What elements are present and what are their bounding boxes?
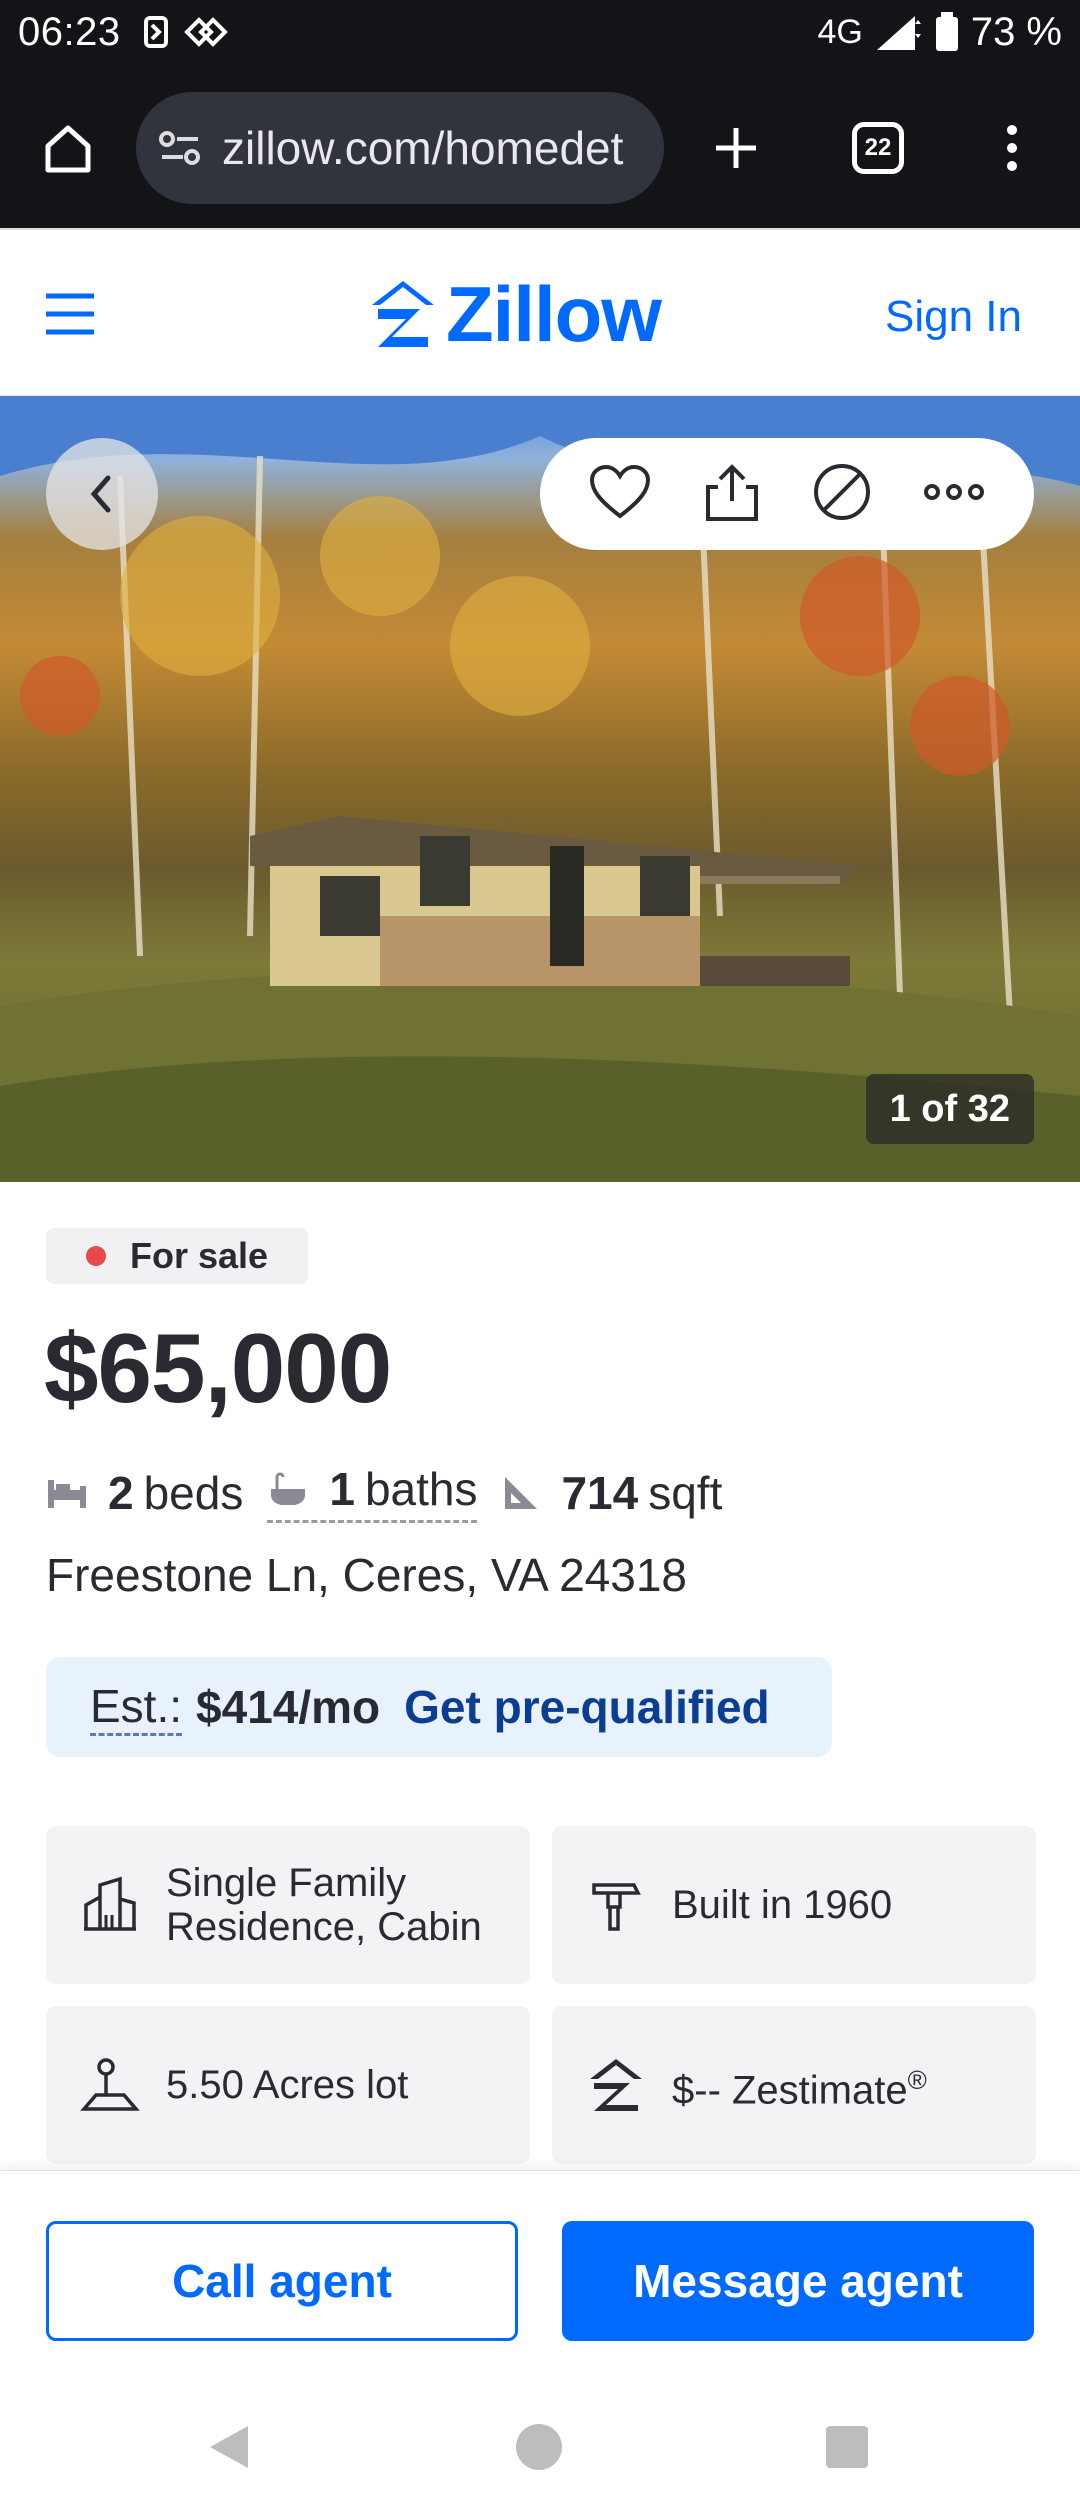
zillow-logo[interactable]: Zillow bbox=[370, 270, 662, 358]
bed-bath-sqft: 2 beds 1 baths 714 sqft bbox=[46, 1462, 746, 1523]
home-button[interactable] bbox=[20, 100, 116, 196]
cast-icon bbox=[183, 17, 228, 47]
square-recents-icon bbox=[826, 2426, 868, 2468]
registered-mark: ® bbox=[907, 2064, 927, 2095]
year-built: Built in 1960 bbox=[672, 1883, 893, 1927]
plus-icon bbox=[716, 128, 756, 168]
heart-icon bbox=[590, 464, 651, 519]
home-type-tile: Single Family Residence, Cabin bbox=[46, 1826, 530, 1984]
baths-label: baths bbox=[364, 1463, 478, 1515]
block-icon bbox=[814, 463, 871, 520]
circle-home-icon bbox=[516, 2424, 562, 2470]
zestimate-value: $-- Zestimate bbox=[672, 2068, 908, 2113]
building-icon bbox=[84, 1876, 136, 1931]
home-type-line1: Single Family bbox=[166, 1861, 407, 1905]
tab-switcher-button[interactable]: 22 bbox=[830, 100, 926, 196]
signal-icon bbox=[876, 16, 921, 50]
notification-icon bbox=[143, 16, 168, 48]
ruler-icon bbox=[505, 1476, 538, 1509]
browser-toolbar: zillow.com/homedet 22 bbox=[0, 64, 1080, 228]
status-bar: 06:23 4G 73 % bbox=[0, 0, 1080, 64]
share-button[interactable] bbox=[702, 461, 762, 528]
sqft-label: sqft bbox=[648, 1466, 723, 1519]
network-type: 4G bbox=[817, 12, 863, 51]
nav-recents-button[interactable] bbox=[812, 2412, 882, 2482]
estimate-value: $414/mo bbox=[196, 1681, 381, 1733]
home-type-line2: Residence, Cabin bbox=[166, 1905, 482, 1949]
photo-counter: 1 of 32 bbox=[865, 1074, 1034, 1144]
more-horizontal-icon bbox=[923, 483, 984, 500]
new-tab-button[interactable] bbox=[688, 100, 784, 196]
zestimate-tile[interactable]: $-- Zestimate® bbox=[552, 2006, 1036, 2164]
estimate-banner[interactable]: Est.: $414/mo Get pre-qualified bbox=[46, 1657, 832, 1757]
listing-photo[interactable]: 1 of 32 bbox=[0, 396, 1080, 1182]
more-options-button[interactable] bbox=[923, 482, 985, 507]
status-badge: For sale bbox=[46, 1228, 309, 1284]
prequalify-link[interactable]: Get pre-qualified bbox=[404, 1680, 769, 1734]
call-agent-button[interactable]: Call agent bbox=[46, 2221, 518, 2341]
lot-size: 5.50 Acres lot bbox=[166, 2063, 409, 2107]
share-icon bbox=[705, 463, 758, 521]
bed-icon bbox=[48, 1479, 86, 1508]
menu-button[interactable] bbox=[40, 284, 100, 344]
home-icon bbox=[45, 125, 91, 173]
year-built-tile: Built in 1960 bbox=[552, 1826, 1036, 1984]
message-agent-button[interactable]: Message agent bbox=[562, 2221, 1034, 2341]
tab-count: 22 bbox=[852, 122, 904, 174]
hamburger-icon bbox=[46, 293, 94, 335]
address-bar[interactable]: zillow.com/homedet bbox=[136, 92, 664, 204]
status-dot bbox=[86, 1246, 106, 1266]
browser-menu-button[interactable] bbox=[964, 100, 1060, 196]
battery-icon bbox=[935, 12, 958, 51]
listing-price: $65,000 bbox=[44, 1313, 392, 1423]
beds-fact: 2 beds bbox=[46, 1466, 243, 1520]
site-header: Zillow Sign In bbox=[0, 228, 1080, 396]
sqft-value: 714 bbox=[561, 1466, 639, 1519]
clock: 06:23 bbox=[18, 9, 121, 54]
back-button[interactable] bbox=[46, 438, 158, 550]
nav-home-button[interactable] bbox=[504, 2412, 574, 2482]
lot-icon bbox=[80, 2058, 140, 2111]
hammer-icon bbox=[592, 1883, 641, 1931]
more-vertical-icon bbox=[1007, 125, 1017, 171]
zestimate-icon bbox=[590, 2059, 642, 2111]
hide-button[interactable] bbox=[812, 462, 872, 527]
status-label: For sale bbox=[130, 1235, 269, 1276]
baths-value: 1 bbox=[329, 1463, 355, 1515]
url-text: zillow.com/homedet bbox=[222, 122, 624, 174]
triangle-back-icon bbox=[210, 2426, 248, 2468]
chevron-left-icon bbox=[90, 475, 111, 513]
estimate-label[interactable]: Est.: bbox=[90, 1679, 183, 1736]
bathtub-icon bbox=[271, 1472, 306, 1505]
battery-level: 73 % bbox=[970, 9, 1062, 54]
nav-back-button[interactable] bbox=[194, 2412, 264, 2482]
zillow-z-icon bbox=[372, 281, 434, 347]
baths-fact[interactable]: 1 baths bbox=[267, 1462, 478, 1523]
lot-size-tile: 5.50 Acres lot bbox=[46, 2006, 530, 2164]
contact-bar: Call agent Message agent bbox=[0, 2170, 1080, 2370]
sqft-fact: 714 sqft bbox=[501, 1466, 722, 1520]
site-settings-icon bbox=[159, 131, 200, 165]
beds-value: 2 bbox=[108, 1466, 134, 1519]
save-button[interactable] bbox=[589, 464, 651, 525]
listing-address: Freestone Ln, Ceres, VA 24318 bbox=[46, 1549, 687, 1601]
beds-label: beds bbox=[143, 1466, 244, 1519]
sign-in-link[interactable]: Sign In bbox=[885, 292, 1022, 342]
listing-actions bbox=[540, 438, 1034, 550]
system-nav-bar bbox=[0, 2370, 1080, 2520]
logo-wordmark: Zillow bbox=[446, 269, 662, 358]
